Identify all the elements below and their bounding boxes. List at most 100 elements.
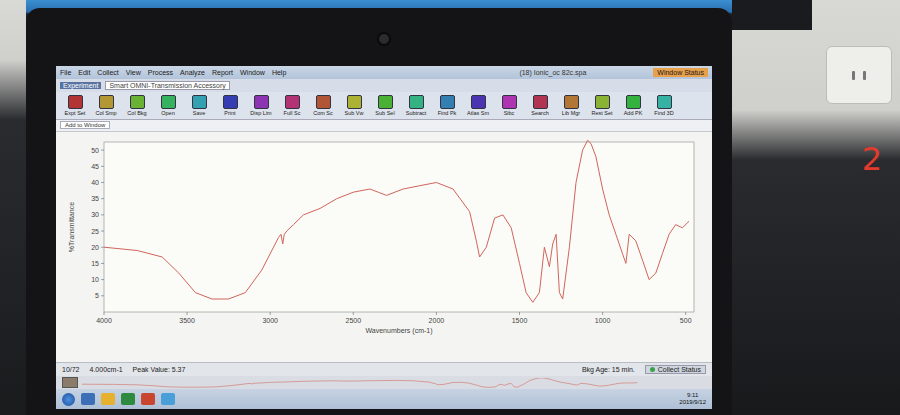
taskbar: 9:112019/9/12 (56, 389, 712, 409)
camera-row (56, 8, 712, 66)
toolbar-button[interactable]: Full Sc (277, 94, 307, 117)
app-icon[interactable] (121, 393, 135, 405)
menu-bar: File Edit Collect View Process Analyze Report W… (56, 66, 712, 79)
status-dot-icon (650, 367, 655, 372)
toolbar-button[interactable]: Disp Lim (246, 94, 276, 117)
svg-text:1000: 1000 (595, 317, 611, 324)
toolbar-button[interactable]: Lib Mgr (556, 94, 586, 117)
monitor-edge (732, 0, 812, 30)
toolbar-button[interactable]: Atlas Sm (463, 94, 493, 117)
window-status[interactable]: Window Status (653, 68, 708, 77)
menu-item[interactable]: Analyze (180, 69, 205, 76)
tool-icon (595, 95, 610, 109)
y-tick: 15 (91, 260, 104, 267)
tool-icon (192, 95, 207, 109)
svg-text:30: 30 (91, 211, 99, 218)
svg-text:10: 10 (91, 276, 99, 283)
toolbar-button[interactable]: Sub Vw (339, 94, 369, 117)
tool-icon (471, 95, 486, 109)
menu-item[interactable]: Window (240, 69, 265, 76)
overview-thumb-icon (62, 377, 78, 388)
tool-icon (657, 95, 672, 109)
toolbar-button[interactable]: Subtract (401, 94, 431, 117)
app-icon[interactable] (141, 393, 155, 405)
app-icon[interactable] (161, 393, 175, 405)
tool-icon (161, 95, 176, 109)
clock[interactable]: 9:112019/9/12 (679, 392, 706, 405)
toolbar-button[interactable]: Open (153, 94, 183, 117)
menu-item[interactable]: Report (212, 69, 233, 76)
toolbar-button[interactable]: Print (215, 94, 245, 117)
experiment-row: Experiment Smart OMNI-Transmission Access… (56, 79, 712, 92)
toolbar: Expt SetCol SmpCol BkgOpenSavePrintDisp … (56, 92, 712, 120)
app-icon[interactable] (81, 393, 95, 405)
laptop: File Edit Collect View Process Analyze Report W… (26, 0, 732, 415)
app-icon[interactable] (101, 393, 115, 405)
tool-icon (533, 95, 548, 109)
toolbar-button[interactable]: Sub Sel (370, 94, 400, 117)
menu-item[interactable]: Help (272, 69, 286, 76)
toolbar-button[interactable]: Expt Set (60, 94, 90, 117)
toolbar-button[interactable]: Save (184, 94, 214, 117)
window-list[interactable]: Add to Window (60, 121, 110, 129)
svg-text:3500: 3500 (179, 317, 195, 324)
tool-icon (409, 95, 424, 109)
laptop-bezel: File Edit Collect View Process Analyze Report W… (26, 8, 732, 415)
menu-item[interactable]: View (126, 69, 141, 76)
camera-icon (377, 32, 391, 46)
toolbar-button[interactable]: Com Sc (308, 94, 338, 117)
toolbar-button[interactable]: Col Bkg (122, 94, 152, 117)
status-bar: 10/724.000cm-1Peak Value: 5.37Bkg Age: 1… (56, 362, 712, 376)
plot-area (104, 142, 694, 312)
svg-text:3000: 3000 (262, 317, 278, 324)
resolution: 4.000cm-1 (90, 366, 123, 373)
window-title: (18) Ionic_oc 82c.spa (519, 69, 586, 76)
screen: File Edit Collect View Process Analyze Report W… (56, 66, 712, 409)
wall-left (0, 0, 26, 415)
menu-item[interactable]: Collect (97, 69, 118, 76)
x-tick: 2500 (346, 312, 362, 324)
menu-item[interactable]: Edit (78, 69, 90, 76)
x-tick: 2000 (429, 312, 445, 324)
menu-item[interactable]: File (60, 69, 71, 76)
experiment-select[interactable]: Smart OMNI-Transmission Accessory (105, 81, 229, 90)
tool-icon (99, 95, 114, 109)
toolbar-button[interactable]: Sibc (494, 94, 524, 117)
tool-icon (440, 95, 455, 109)
toolbar-button[interactable]: Col Smp (91, 94, 121, 117)
tool-icon (347, 95, 362, 109)
overview-strip[interactable] (82, 378, 642, 388)
svg-text:5: 5 (95, 292, 99, 299)
marker-row: 2 (732, 104, 900, 177)
x-tick: 500 (680, 312, 692, 324)
y-tick: 40 (91, 179, 104, 186)
collect-status[interactable]: Collect Status (645, 365, 706, 374)
power-socket-icon (826, 46, 892, 104)
toolbar-button[interactable]: Add PK (618, 94, 648, 117)
x-tick: 3000 (262, 312, 278, 324)
peak-value: Peak Value: 5.37 (133, 366, 186, 373)
experiment-label: Experiment (60, 82, 101, 89)
tool-icon (223, 95, 238, 109)
tool-icon (254, 95, 269, 109)
toolbar-button[interactable]: Rest Set (587, 94, 617, 117)
x-axis-label: Wavenumbers (cm-1) (365, 327, 432, 335)
toolbar-button[interactable]: Find 3D (649, 94, 679, 117)
svg-text:4000: 4000 (96, 317, 112, 324)
toolbar-button[interactable]: Find Pk (432, 94, 462, 117)
svg-text:2500: 2500 (346, 317, 362, 324)
x-tick: 1000 (595, 312, 611, 324)
y-tick: 5 (95, 292, 104, 299)
tool-icon (626, 95, 641, 109)
menu-item[interactable]: Process (148, 69, 173, 76)
desk-right: 2 (732, 0, 900, 415)
y-tick: 10 (91, 276, 104, 283)
overview-line (82, 378, 637, 387)
spectrum-chart[interactable]: 5045403530252015105400035003000250020001… (64, 136, 704, 336)
start-icon[interactable] (62, 393, 75, 406)
page-count: 10/72 (62, 366, 80, 373)
toolbar-button[interactable]: Search (525, 94, 555, 117)
photo-scene: File Edit Collect View Process Analyze Report W… (0, 0, 900, 415)
overview-bar (56, 376, 712, 389)
photo-marker: 2 (862, 142, 882, 177)
